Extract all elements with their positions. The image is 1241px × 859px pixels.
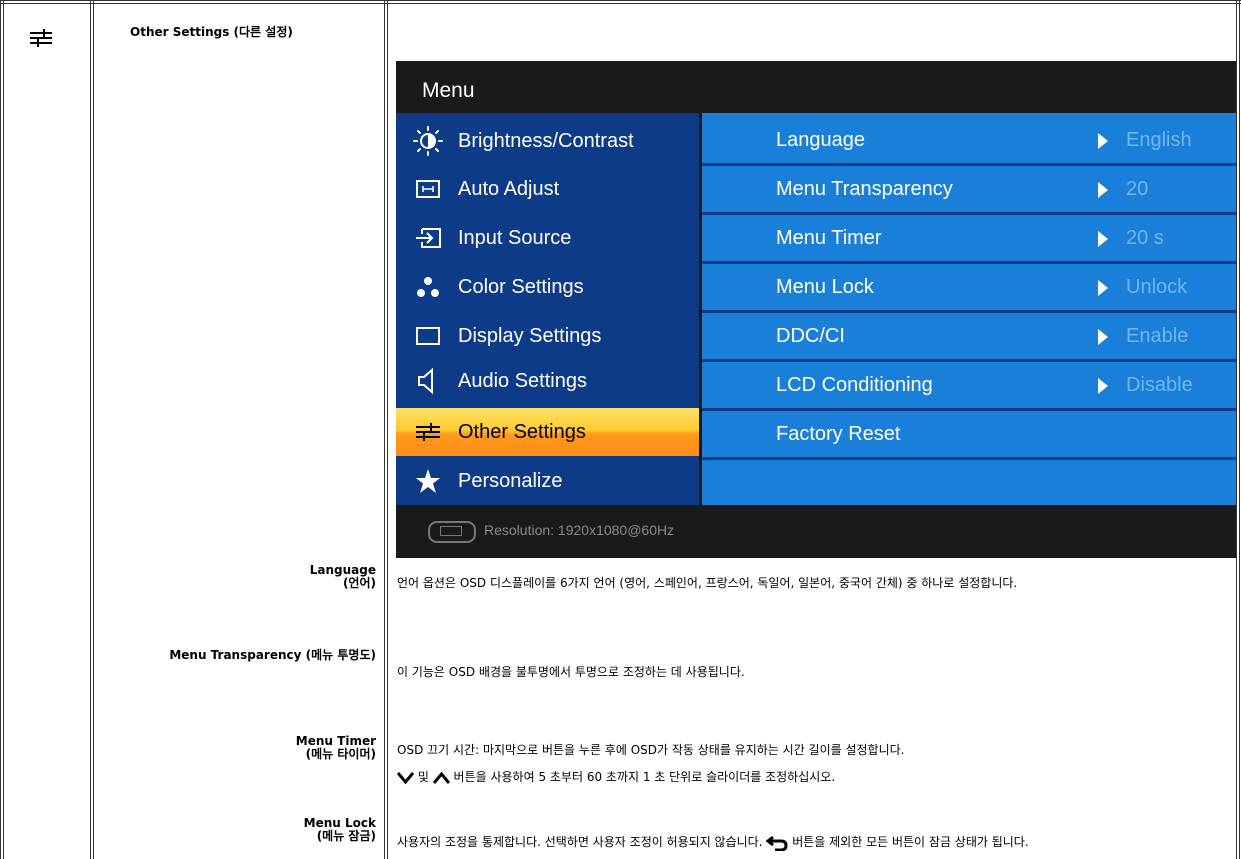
table-border-top <box>0 0 1241 4</box>
osd-setting-menu-lock[interactable]: Menu Lock Unlock <box>702 264 1236 310</box>
brightness-icon <box>410 126 446 156</box>
osd-setting-label: LCD Conditioning <box>776 374 933 396</box>
arrow-right-icon <box>1098 329 1108 345</box>
osd-footer: Resolution: 1920x1080@60Hz <box>396 505 1236 558</box>
osd-submenu: Language English Menu Transparency 20 Me… <box>702 113 1236 505</box>
item-desc-text: 버튼을 제외한 모든 버튼이 잠금 상태가 됩니다. <box>792 835 1029 849</box>
osd-menu-item-audio-settings[interactable]: Audio Settings <box>396 357 699 405</box>
item-label-menu-transparency: Menu Transparency (메뉴 투명도) <box>169 649 376 662</box>
osd-menu-item-label: Other Settings <box>458 420 586 443</box>
osd-menu: Menu Brightness/Contrast Auto Adjust Inp… <box>396 61 1236 558</box>
item-label-language: Language (언어) <box>310 564 376 590</box>
osd-menu-item-label: Auto Adjust <box>458 177 560 200</box>
osd-setting-menu-transparency[interactable]: Menu Transparency 20 <box>702 166 1236 212</box>
item-desc-menu-timer: OSD 끄기 시간: 마지막으로 버튼을 누른 후에 OSD가 작동 상태를 유… <box>397 743 905 757</box>
star-icon <box>410 466 446 496</box>
item-label-line: (언어) <box>342 576 376 590</box>
osd-menu-item-display-settings[interactable]: Display Settings <box>396 312 699 360</box>
item-desc-language: 언어 옵션은 OSD 디스플레이를 6가지 언어 (영어, 스페인어, 프랑스어… <box>397 576 1018 590</box>
and-text: 및 <box>417 770 429 784</box>
osd-setting-value: English <box>1126 129 1192 151</box>
osd-menu-item-label: Brightness/Contrast <box>458 129 634 152</box>
osd-setting-label: Language <box>776 129 865 151</box>
osd-setting-factory-reset[interactable]: Factory Reset <box>702 411 1236 457</box>
arrow-right-icon <box>1098 133 1108 149</box>
item-desc-menu-timer-buttons: 및 버튼을 사용하여 5 초부터 60 초까지 1 초 단위로 슬라이더를 조정… <box>397 768 835 785</box>
arrow-right-icon <box>1098 182 1108 198</box>
osd-setting-ddc-ci[interactable]: DDC/CI Enable <box>702 313 1236 359</box>
osd-setting-value: Disable <box>1126 374 1193 396</box>
osd-menu-item-input-source[interactable]: Input Source <box>396 214 699 262</box>
resolution-text: Resolution: 1920x1080@60Hz <box>484 522 675 538</box>
other-settings-icon <box>410 417 446 447</box>
osd-main-menu: Brightness/Contrast Auto Adjust Input So… <box>396 113 699 505</box>
other-settings-icon <box>28 28 56 51</box>
chevron-down-icon <box>397 771 414 784</box>
section-title: Other Settings (다른 설정) <box>130 25 293 39</box>
input-source-icon <box>410 223 446 253</box>
arrow-right-icon <box>1098 231 1108 247</box>
divider <box>702 457 1236 460</box>
osd-menu-item-label: Input Source <box>458 226 572 249</box>
osd-menu-item-label: Personalize <box>458 469 563 492</box>
osd-menu-item-label: Display Settings <box>458 324 602 347</box>
osd-menu-item-color-settings[interactable]: Color Settings <box>396 263 699 311</box>
vga-connector-icon <box>428 521 476 543</box>
osd-menu-item-personalize[interactable]: Personalize <box>396 457 699 505</box>
arrow-right-icon <box>1098 280 1108 296</box>
auto-adjust-icon <box>410 174 446 204</box>
osd-setting-value: 20 s <box>1126 227 1164 249</box>
table-border-right <box>1236 0 1240 859</box>
osd-setting-lcd-conditioning[interactable]: LCD Conditioning Disable <box>702 362 1236 408</box>
osd-setting-value: Unlock <box>1126 276 1188 298</box>
osd-setting-label: Menu Timer <box>776 227 882 249</box>
column-divider-1 <box>90 0 94 859</box>
osd-setting-value: Enable <box>1126 325 1189 347</box>
osd-setting-label: Factory Reset <box>776 423 901 445</box>
item-desc-menu-transparency: 이 기능은 OSD 배경을 불투명에서 투명으로 조정하는 데 사용됩니다. <box>397 665 745 679</box>
osd-setting-language[interactable]: Language English <box>702 117 1236 163</box>
osd-setting-value: 20 <box>1126 178 1149 200</box>
item-label-line: (메뉴 잠금) <box>316 829 376 843</box>
color-settings-icon <box>410 272 446 302</box>
arrow-right-icon <box>1098 378 1108 394</box>
audio-settings-icon <box>410 366 446 396</box>
item-label-line: Menu Transparency (메뉴 투명도) <box>169 648 376 662</box>
osd-title: Menu <box>422 79 475 102</box>
osd-setting-label: Menu Transparency <box>776 178 953 200</box>
column-divider-2 <box>384 0 388 859</box>
osd-setting-label: Menu Lock <box>776 276 874 298</box>
osd-menu-item-other-settings[interactable]: Other Settings <box>396 408 699 456</box>
osd-menu-item-brightness[interactable]: Brightness/Contrast <box>396 117 699 165</box>
item-label-menu-lock: Menu Lock (메뉴 잠금) <box>304 817 376 843</box>
chevron-up-icon <box>432 771 450 784</box>
back-arrow-icon <box>766 835 788 851</box>
display-settings-icon <box>410 321 446 351</box>
osd-menu-item-auto-adjust[interactable]: Auto Adjust <box>396 165 699 213</box>
item-label-line: (메뉴 타이머) <box>305 747 376 761</box>
item-desc-text: 사용자의 조정을 통제합니다. 선택하면 사용자 조정이 허용되지 않습니다. <box>397 835 763 849</box>
table-border-left <box>0 0 4 859</box>
item-desc-text: 버튼을 사용하여 5 초부터 60 초까지 1 초 단위로 슬라이더를 조정하십… <box>453 770 836 784</box>
item-desc-menu-lock: 사용자의 조정을 통제합니다. 선택하면 사용자 조정이 허용되지 않습니다. … <box>397 833 1029 851</box>
item-label-menu-timer: Menu Timer (메뉴 타이머) <box>296 735 376 761</box>
osd-setting-label: DDC/CI <box>776 325 845 347</box>
osd-setting-menu-timer[interactable]: Menu Timer 20 s <box>702 215 1236 261</box>
osd-menu-item-label: Audio Settings <box>458 369 587 392</box>
osd-menu-item-label: Color Settings <box>458 275 584 298</box>
